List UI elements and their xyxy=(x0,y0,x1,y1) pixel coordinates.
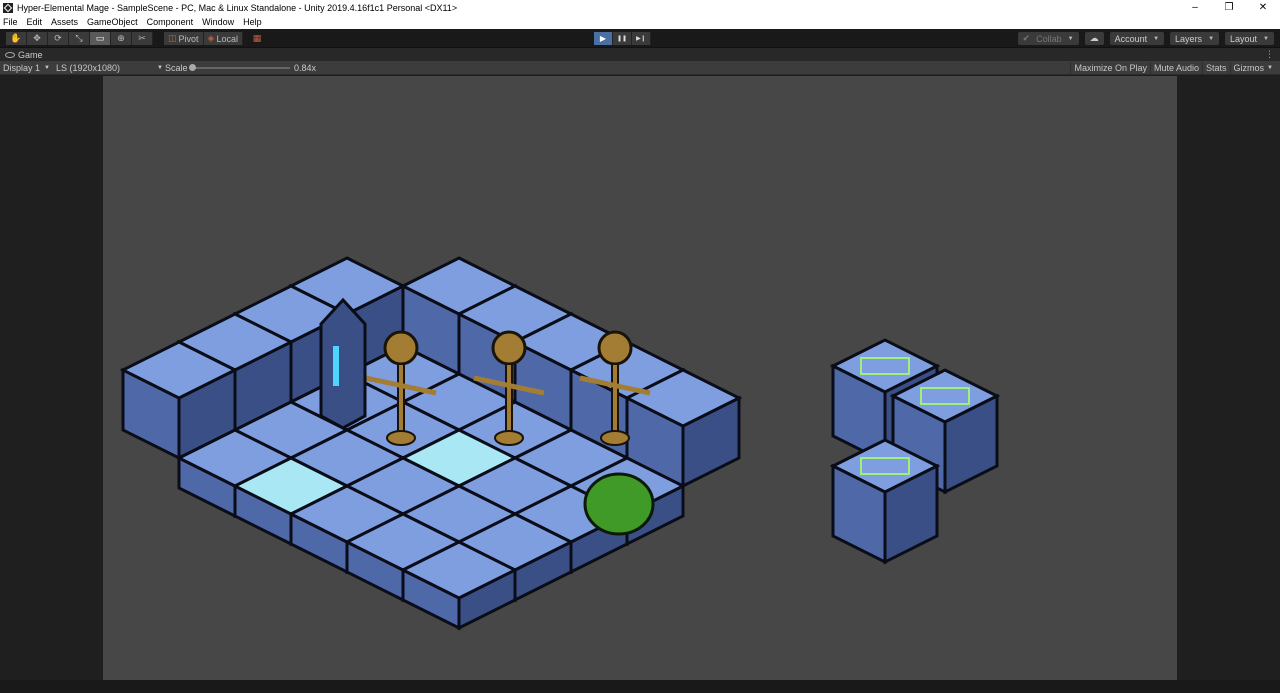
account-label: Account xyxy=(1114,33,1148,44)
chevron-down-icon: ▼ xyxy=(157,65,163,71)
window-controls: – ❐ ✕ xyxy=(1178,0,1280,15)
display-dropdown[interactable]: Display 1 ▼ xyxy=(3,62,50,74)
rect-tool-icon: ▭ xyxy=(95,33,105,43)
slime-enemy xyxy=(583,472,655,536)
scale-icon: ⤡ xyxy=(75,33,83,43)
unity-logo-icon xyxy=(3,2,13,13)
game-tab-strip: Game ⋮ xyxy=(0,48,1280,61)
step-button[interactable]: ▶❙ xyxy=(632,32,651,45)
chevron-down-icon: ▼ xyxy=(1263,35,1269,42)
tab-game-label: Game xyxy=(18,49,43,60)
local-icon: ◈ xyxy=(207,33,215,43)
transform-tool-button[interactable]: ⊕ xyxy=(111,32,132,45)
step-icon: ▶❙ xyxy=(636,36,646,42)
hand-tool-button[interactable]: ✋ xyxy=(6,32,27,45)
hand-icon: ✋ xyxy=(10,33,22,43)
grid-icon: ▦ xyxy=(252,33,262,43)
resolution-dropdown[interactable]: LS (1920x1080) ▼ xyxy=(56,62,163,74)
game-view-icon xyxy=(5,51,15,58)
game-viewport[interactable] xyxy=(0,76,1280,680)
menu-bar: File Edit Assets GameObject Component Wi… xyxy=(0,15,1280,29)
gizmos-label: Gizmos xyxy=(1233,63,1265,73)
menu-help[interactable]: Help xyxy=(243,17,262,27)
scale-value: 0.84x xyxy=(294,63,317,73)
mute-audio-toggle[interactable]: Mute Audio xyxy=(1149,62,1202,74)
stats-toggle[interactable]: Stats xyxy=(1202,62,1230,74)
transform-icon: ⊕ xyxy=(117,33,125,43)
chevron-down-icon: ▼ xyxy=(1208,35,1215,42)
chevron-down-icon: ▼ xyxy=(1067,35,1074,42)
menu-edit[interactable]: Edit xyxy=(27,17,43,27)
bottom-strip xyxy=(0,680,1280,693)
chevron-down-icon: ▼ xyxy=(1153,35,1160,42)
game-bar-toggles: Maximize On Play Mute Audio Stats Gizmos… xyxy=(1070,62,1276,74)
play-controls: ▶ ❚❚ ▶❙ xyxy=(594,32,651,45)
scale-label: Scale xyxy=(165,63,188,73)
collab-dropdown[interactable]: ✔ Collab ▼ xyxy=(1017,32,1079,45)
chevron-down-icon: ▼ xyxy=(1267,65,1273,71)
main-toolbar: ✋ ✥ ⟳ ⤡ ▭ ⊕ ✂ ◫ Pivot ◈ Local ▦ ▶ ❚❚ ▶❙ ✔ C… xyxy=(0,29,1280,48)
collab-label: Collab xyxy=(1036,33,1062,44)
play-button[interactable]: ▶ xyxy=(594,32,613,45)
collab-check-icon: ✔ xyxy=(1022,33,1031,43)
pause-button[interactable]: ❚❚ xyxy=(613,32,632,45)
pivot-label: Pivot xyxy=(178,33,199,44)
menu-assets[interactable]: Assets xyxy=(51,17,78,27)
rotate-tool-button[interactable]: ⟳ xyxy=(48,32,69,45)
move-tool-button[interactable]: ✥ xyxy=(27,32,48,45)
cloud-button[interactable]: ☁ xyxy=(1084,32,1104,45)
pivot-toggle[interactable]: ◫ Pivot xyxy=(164,32,204,45)
layers-dropdown[interactable]: Layers ▼ xyxy=(1170,32,1220,45)
close-button[interactable]: ✕ xyxy=(1246,0,1280,15)
tab-game[interactable]: Game xyxy=(0,50,43,60)
title-bar: Hyper-Elemental Mage - SampleScene - PC,… xyxy=(0,0,1280,15)
resolution-label: LS (1920x1080) xyxy=(56,63,121,73)
toolbar-right: ✔ Collab ▼ ☁ Account ▼ Layers ▼ Layout ▼ xyxy=(1017,32,1274,45)
menu-component[interactable]: Component xyxy=(147,17,194,27)
rune-obelisk xyxy=(319,297,367,430)
local-label: Local xyxy=(216,33,238,44)
grid-snap-button[interactable]: ▦ xyxy=(250,32,264,45)
scale-slider-track[interactable] xyxy=(192,67,290,69)
rect-tool-button[interactable]: ▭ xyxy=(90,32,111,45)
rotate-icon: ⟳ xyxy=(54,33,62,43)
game-view-bar: Display 1 ▼ LS (1920x1080) ▼ Scale 0.84x… xyxy=(0,61,1280,75)
side-block xyxy=(829,438,941,565)
menu-gameobject[interactable]: GameObject xyxy=(87,17,138,27)
layout-label: Layout xyxy=(1230,33,1258,44)
scale-slider-handle[interactable] xyxy=(189,64,196,71)
pivot-icon: ◫ xyxy=(168,33,177,43)
move-icon: ✥ xyxy=(33,33,41,43)
layers-label: Layers xyxy=(1175,33,1203,44)
transform-tools: ✋ ✥ ⟳ ⤡ ▭ ⊕ ✂ xyxy=(6,32,153,45)
gizmos-toggle[interactable]: Gizmos ▼ xyxy=(1229,62,1276,74)
restore-button[interactable]: ❐ xyxy=(1212,0,1246,15)
custom-tool-icon: ✂ xyxy=(138,33,146,43)
play-icon: ▶ xyxy=(599,34,607,43)
minimize-button[interactable]: – xyxy=(1178,0,1212,15)
maximize-on-play-toggle[interactable]: Maximize On Play xyxy=(1070,62,1150,74)
tab-menu-icon[interactable]: ⋮ xyxy=(1265,49,1274,60)
cloud-icon: ☁ xyxy=(1089,33,1099,43)
window-title: Hyper-Elemental Mage - SampleScene - PC,… xyxy=(17,2,458,13)
menu-window[interactable]: Window xyxy=(202,17,234,27)
layout-dropdown[interactable]: Layout ▼ xyxy=(1225,32,1274,45)
local-toggle[interactable]: ◈ Local xyxy=(203,32,243,45)
game-scene xyxy=(119,256,1001,631)
rune-glyph xyxy=(333,346,339,386)
pivot-group: ◫ Pivot ◈ Local xyxy=(164,32,243,45)
game-render-area[interactable] xyxy=(103,76,1177,680)
account-dropdown[interactable]: Account ▼ xyxy=(1109,32,1165,45)
custom-tool-button[interactable]: ✂ xyxy=(132,32,153,45)
menu-file[interactable]: File xyxy=(3,17,18,27)
pause-icon: ❚❚ xyxy=(616,36,628,42)
scale-tool-button[interactable]: ⤡ xyxy=(69,32,90,45)
chevron-down-icon: ▼ xyxy=(44,65,50,71)
display-label: Display 1 xyxy=(3,63,41,73)
